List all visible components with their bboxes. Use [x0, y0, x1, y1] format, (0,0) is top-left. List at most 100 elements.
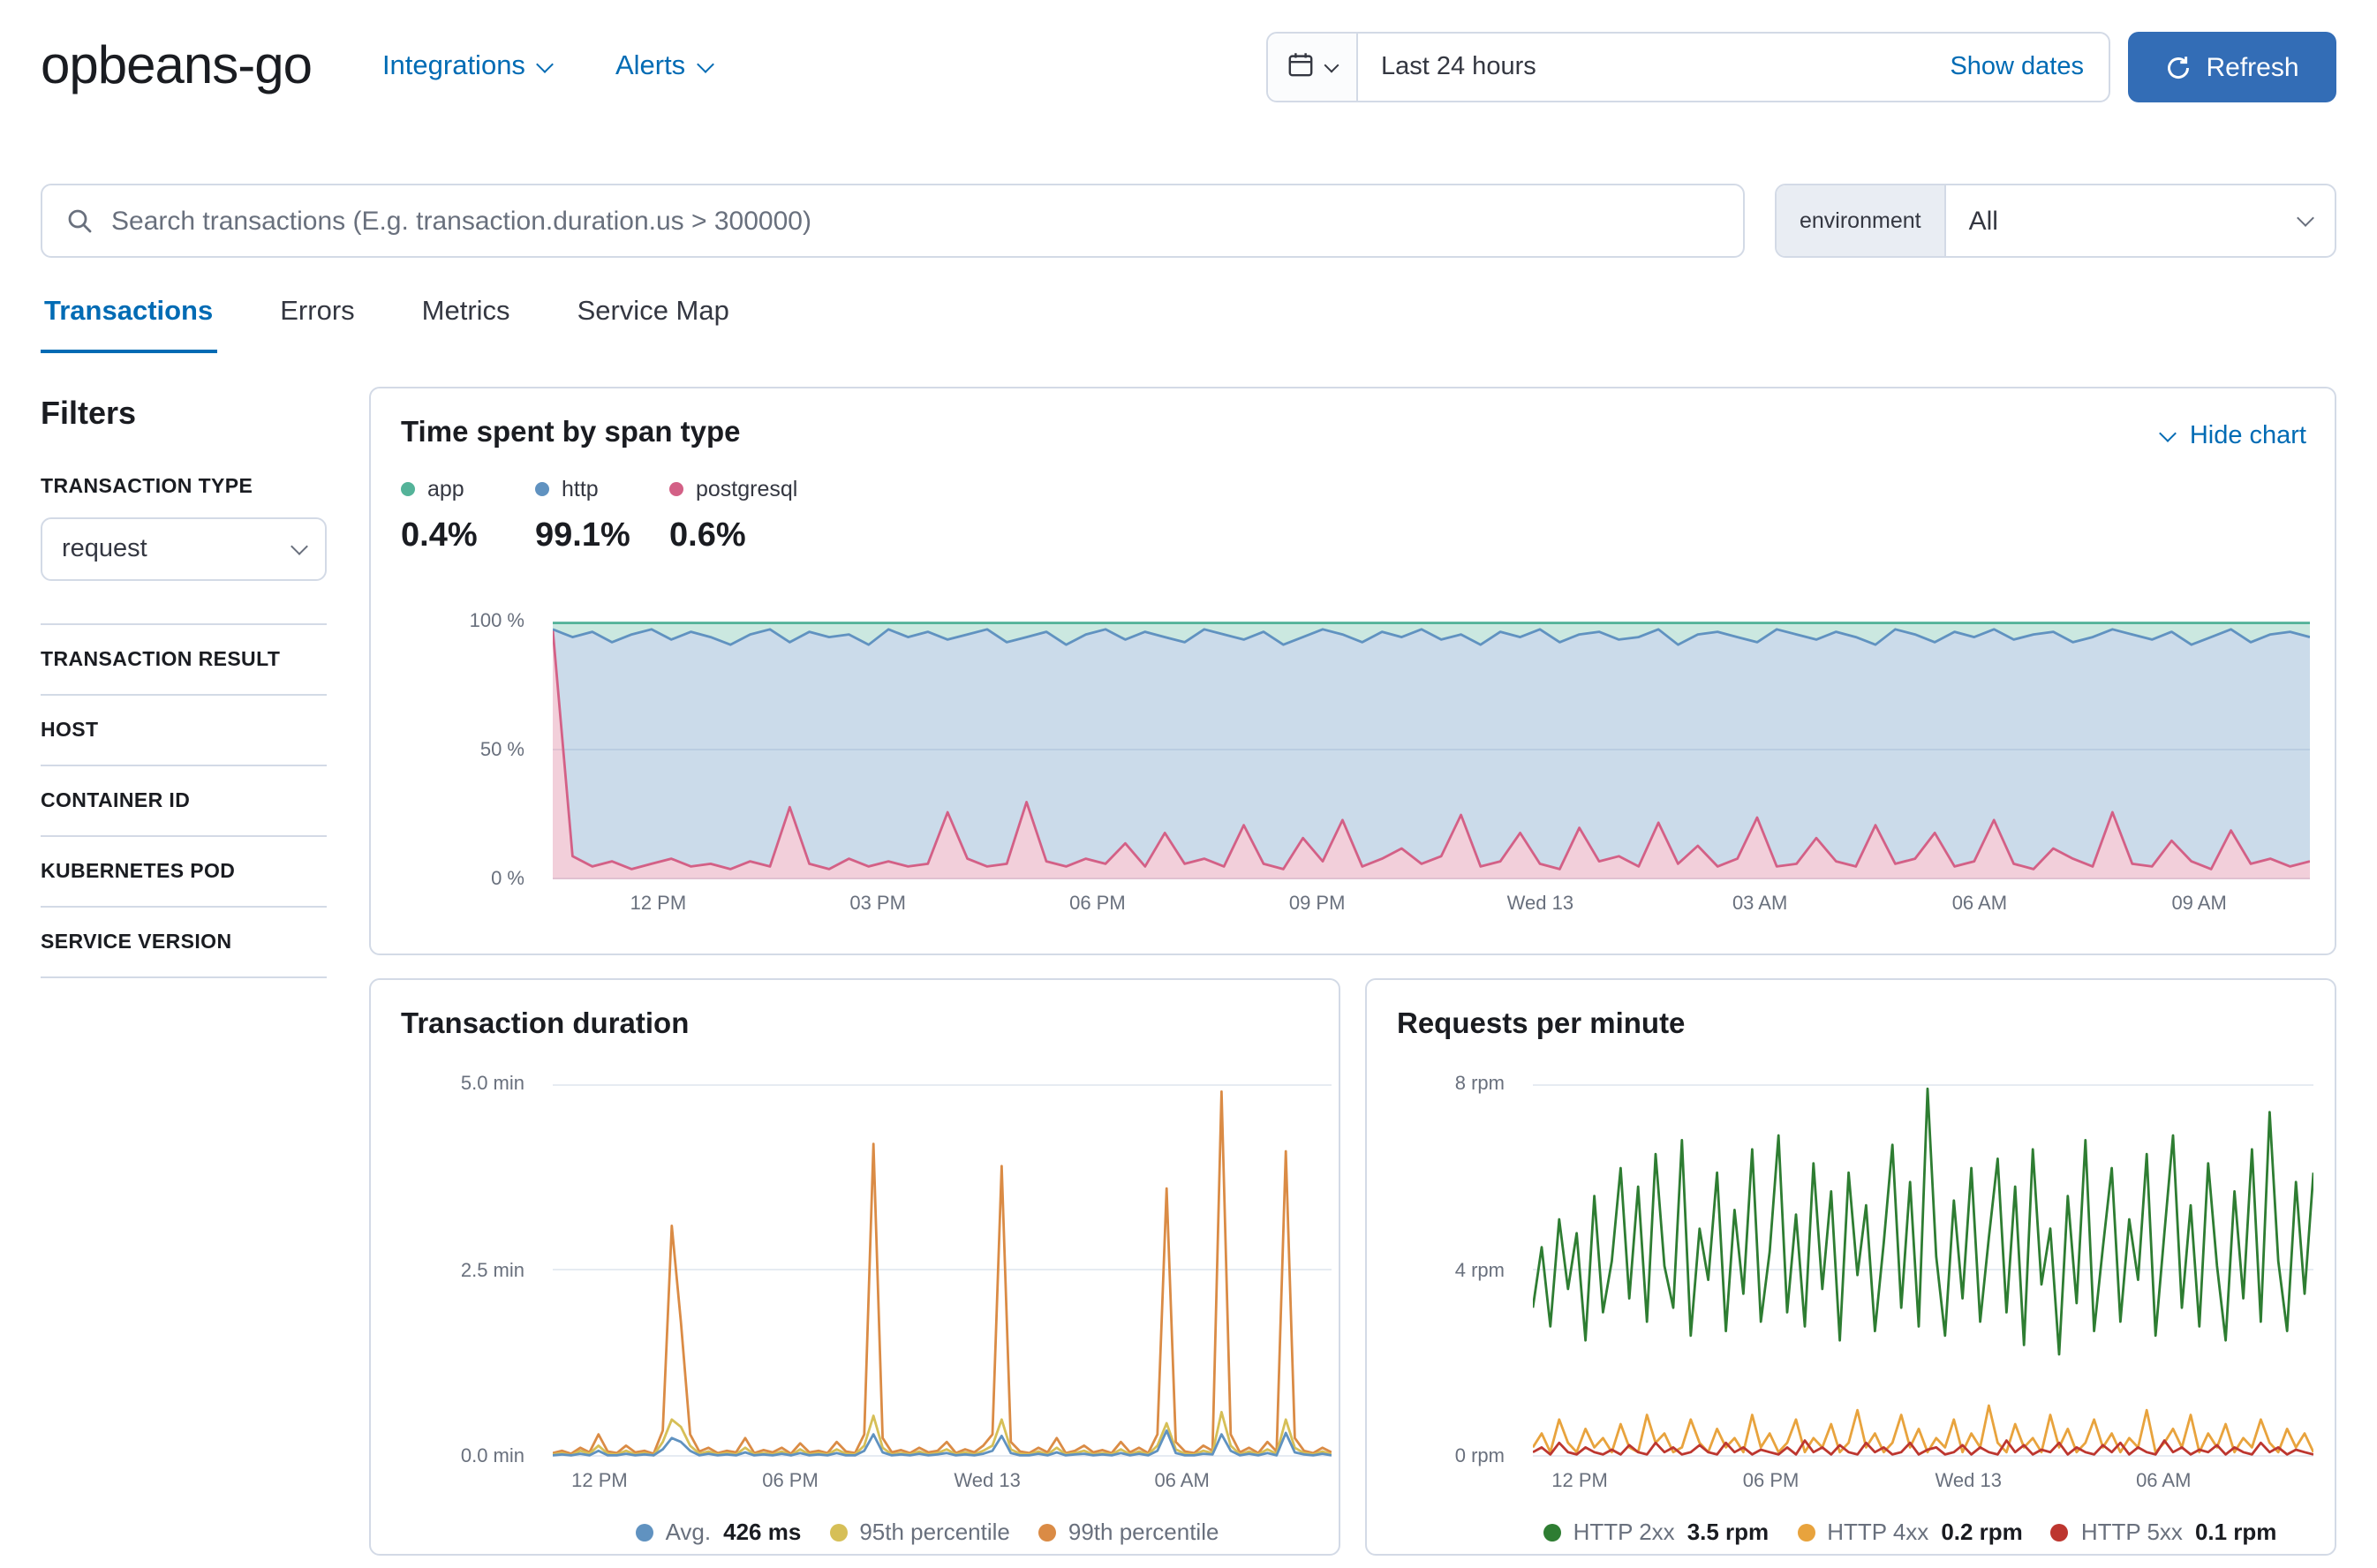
- span-type-chart[interactable]: [553, 622, 2310, 879]
- filters-title: Filters: [41, 396, 137, 431]
- legend-item[interactable]: 99th percentile: [1038, 1519, 1219, 1545]
- chevron-down-icon: [537, 55, 555, 72]
- nav-alerts[interactable]: Alerts: [615, 51, 715, 83]
- chevron-down-icon: [2297, 209, 2314, 227]
- filter-section-transaction-result[interactable]: TRANSACTION RESULT: [41, 623, 327, 694]
- nav-label: Alerts: [615, 51, 686, 81]
- x-axis-label: 12 PM: [1551, 1471, 1608, 1492]
- legend-item[interactable]: HTTP 5xx 0.1 rpm: [2050, 1519, 2277, 1545]
- legend-label: HTTP 5xx: [2080, 1519, 2183, 1545]
- legend-item[interactable]: app: [401, 477, 496, 501]
- legend-dot: [2050, 1523, 2069, 1541]
- filter-section-service-version[interactable]: SERVICE VERSION: [41, 906, 327, 978]
- legend-dot: [535, 482, 549, 496]
- nav-label: Integrations: [381, 51, 525, 81]
- chart-legend: Avg. 426 ms 95th percentile 99th percentile: [521, 1519, 1333, 1545]
- tabs: Transactions Errors Metrics Service Map: [41, 283, 733, 353]
- legend-value: 3.5 rpm: [1687, 1519, 1770, 1545]
- x-axis: 12 PM 06 PM Wed 13 06 AM: [1533, 1471, 2313, 1496]
- filters-sidebar: Filters TRANSACTION TYPE request TRANSAC…: [41, 396, 327, 978]
- legend-label: HTTP 4xx: [1827, 1519, 1929, 1545]
- panel-title: Requests per minute: [1397, 1008, 1686, 1040]
- hide-chart-label: Hide chart: [2189, 422, 2306, 450]
- legend-label: postgresql: [696, 477, 798, 501]
- span-percentage: 99.1%: [535, 517, 630, 554]
- legend-dot: [829, 1523, 848, 1541]
- x-axis-label: 12 PM: [571, 1471, 628, 1492]
- transaction-type-select[interactable]: request: [41, 517, 327, 581]
- tab-metrics[interactable]: Metrics: [419, 283, 514, 353]
- environment-value: All: [1968, 206, 1998, 236]
- chevron-down-icon: [1324, 57, 1339, 72]
- y-axis-label: 8 rpm: [1454, 1074, 1505, 1095]
- legend-value: 426 ms: [723, 1519, 802, 1545]
- y-axis-label: 0 %: [491, 869, 524, 890]
- nav-integrations[interactable]: Integrations: [381, 51, 555, 83]
- y-axis: 8 rpm 4 rpm 0 rpm: [1367, 1074, 1519, 1467]
- legend-label: http: [562, 477, 599, 501]
- legend-item[interactable]: postgresql: [669, 477, 797, 501]
- span-percentage: 0.4%: [401, 517, 478, 554]
- chevron-down-icon: [2158, 425, 2177, 442]
- filter-section-container-id[interactable]: CONTAINER ID: [41, 765, 327, 835]
- x-axis-label: 06 AM: [2136, 1471, 2192, 1492]
- x-axis-label: 06 AM: [1951, 893, 2008, 915]
- chart-legend: HTTP 2xx 3.5 rpm HTTP 4xx 0.2 rpm HTTP 5xx 0.…: [1490, 1519, 2329, 1545]
- y-axis-label: 5.0 min: [460, 1074, 524, 1095]
- chevron-down-icon: [697, 55, 715, 72]
- y-axis-label: 4 rpm: [1454, 1260, 1505, 1281]
- x-axis-label: 03 AM: [1732, 893, 1788, 915]
- legend-item[interactable]: HTTP 2xx 3.5 rpm: [1543, 1519, 1770, 1545]
- filter-section-host[interactable]: HOST: [41, 694, 327, 765]
- x-axis-label: 06 PM: [762, 1471, 819, 1492]
- date-range-value[interactable]: Last 24 hours: [1358, 53, 1950, 81]
- span-type-panel: Time spent by span type Hide chart app 0.…: [369, 387, 2336, 955]
- legend-dot: [669, 482, 683, 496]
- y-axis-label: 0.0 min: [460, 1446, 524, 1467]
- show-dates-link[interactable]: Show dates: [1950, 53, 2109, 81]
- environment-label: environment: [1777, 185, 1946, 256]
- legend-value: 0.2 rpm: [1941, 1519, 2023, 1545]
- filter-section-kubernetes-pod[interactable]: KUBERNETES POD: [41, 835, 327, 906]
- environment-select[interactable]: All: [1946, 185, 2335, 256]
- requests-per-minute-chart[interactable]: [1533, 1084, 2313, 1457]
- filter-sections: TRANSACTION RESULT HOST CONTAINER ID KUBERN…: [41, 623, 327, 978]
- y-axis-label: 0 rpm: [1454, 1446, 1505, 1467]
- environment-filter: environment All: [1775, 184, 2336, 258]
- x-axis-label: Wed 13: [954, 1471, 1021, 1492]
- hide-chart-link[interactable]: Hide chart: [2158, 422, 2306, 450]
- x-axis-label: Wed 13: [1935, 1471, 2002, 1492]
- legend-label: 95th percentile: [859, 1519, 1010, 1545]
- refresh-button[interactable]: Refresh: [2128, 32, 2336, 102]
- legend-item[interactable]: Avg. 426 ms: [635, 1519, 802, 1545]
- legend-dot: [1797, 1523, 1815, 1541]
- legend-dot: [1543, 1523, 1561, 1541]
- search-icon: [65, 207, 94, 235]
- search-input[interactable]: [111, 206, 1720, 236]
- legend-dot: [1038, 1523, 1056, 1541]
- x-axis-label: 03 PM: [849, 893, 906, 915]
- legend-item[interactable]: HTTP 4xx 0.2 rpm: [1797, 1519, 2023, 1545]
- y-axis-label: 50 %: [479, 740, 524, 761]
- legend-item[interactable]: http: [535, 477, 630, 501]
- transaction-duration-panel: Transaction duration 5.0 min 2.5 min 0.0 m…: [369, 978, 1340, 1556]
- transaction-duration-chart[interactable]: [553, 1084, 1332, 1457]
- legend-item[interactable]: 95th percentile: [829, 1519, 1010, 1545]
- panel-title: Time spent by span type: [401, 417, 741, 449]
- date-picker: Last 24 hours Show dates: [1266, 32, 2110, 102]
- tab-errors[interactable]: Errors: [276, 283, 358, 353]
- refresh-icon: [2165, 54, 2192, 80]
- header-nav: Integrations Alerts: [382, 51, 775, 83]
- legend-label: app: [427, 477, 464, 501]
- x-axis-label: 06 AM: [1154, 1471, 1210, 1492]
- x-axis-label: 09 PM: [1288, 893, 1346, 915]
- x-axis: 12 PM 06 PM Wed 13 06 AM: [553, 1471, 1332, 1496]
- tab-transactions[interactable]: Transactions: [41, 283, 217, 353]
- date-picker-calendar-button[interactable]: [1268, 34, 1358, 101]
- x-axis: 12 PM 03 PM 06 PM 09 PM Wed 13 03 AM 06 AM 09 A…: [553, 893, 2310, 918]
- panel-title: Transaction duration: [401, 1008, 690, 1040]
- legend-value: 0.1 rpm: [2194, 1519, 2277, 1545]
- tab-service-map[interactable]: Service Map: [574, 283, 733, 353]
- span-legend-and-percentages: app 0.4% http 99.1% postgresql 0.6%: [401, 477, 836, 556]
- page-title: opbeans-go: [41, 37, 313, 95]
